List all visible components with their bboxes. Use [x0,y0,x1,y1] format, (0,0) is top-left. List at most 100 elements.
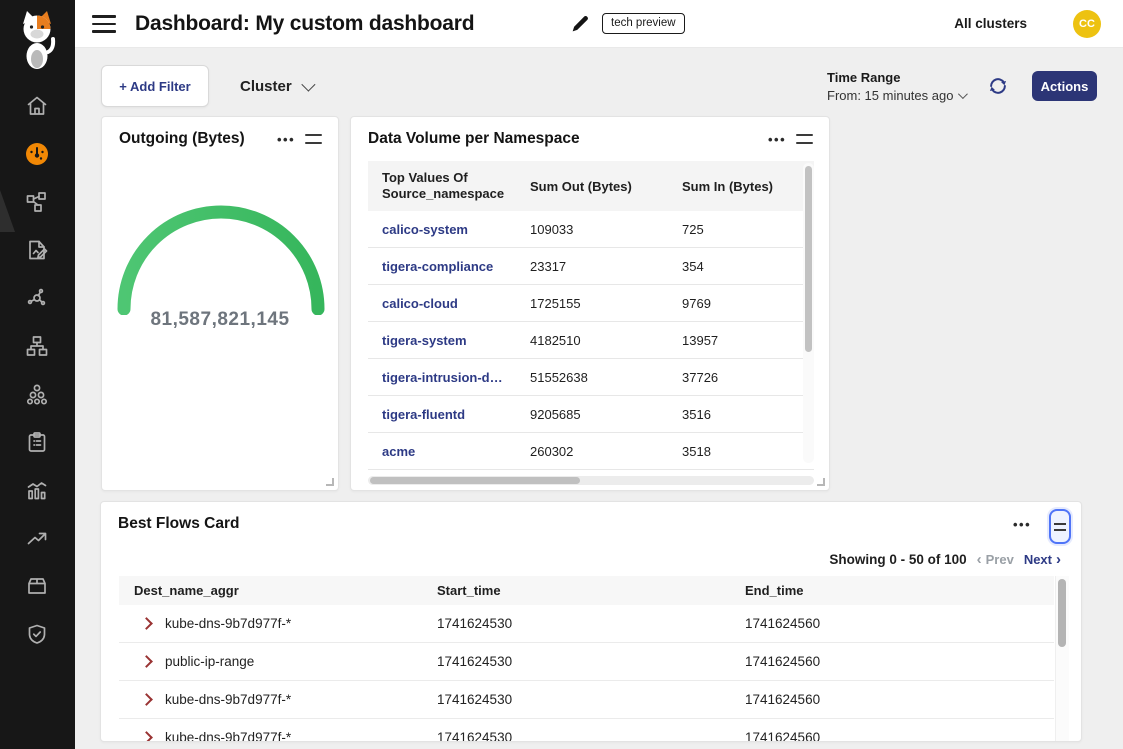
expand-row-chevron-icon[interactable] [140,655,153,668]
dest-name-value: public-ip-range [165,654,254,669]
namespace-table: Top Values Of Source_namespace Sum Out (… [368,161,814,470]
namespace-link[interactable]: tigera-system [382,333,530,348]
cluster-dropdown[interactable]: Cluster [240,74,312,98]
cluster-scope-selector[interactable]: All clusters [954,0,1027,48]
gauge-chart [111,203,331,313]
sum-out-value: 23317 [530,259,682,274]
column-header: Sum In (Bytes) [682,179,820,194]
table-row: tigera-system 4182510 13957 [368,322,814,359]
pagination-showing-text: Showing 0 - 50 of 100 [829,552,966,567]
activity-trend-icon[interactable] [25,526,49,550]
sum-out-value: 109033 [530,222,682,237]
namespace-link[interactable]: calico-cloud [382,296,530,311]
refresh-icon[interactable] [987,75,1009,97]
vertical-scrollbar-thumb[interactable] [805,166,812,352]
card-title: Outgoing (Bytes) [119,130,245,148]
chevron-right-icon: › [1056,552,1061,567]
card-drag-handle-icon[interactable] [796,134,813,144]
namespace-link[interactable]: tigera-compliance [382,259,530,274]
top-bar: Dashboard: My custom dashboard tech prev… [75,0,1123,48]
card-menu-icon[interactable]: ••• [277,133,295,147]
table-row: kube-dns-9b7d977f-* 1741624530 174162456… [119,719,1054,742]
sum-out-value: 1725155 [530,296,682,311]
next-page-button[interactable]: Next › [1024,552,1061,567]
sum-in-value: 725 [682,222,820,237]
time-range: Time Range From: 15 minutes ago [827,70,965,103]
expand-row-chevron-icon[interactable] [140,617,153,630]
expand-row-chevron-icon[interactable] [140,731,153,742]
chevron-down-icon [958,89,968,99]
actions-button[interactable]: Actions [1032,71,1097,101]
policies-icon[interactable] [25,430,49,454]
compliance-shield-icon[interactable] [25,622,49,646]
table-row: kube-dns-9b7d977f-* 1741624530 174162456… [119,681,1054,719]
gauge-value: 81,587,821,145 [102,309,338,331]
table-row: public-ip-range 1741624530 1741624560 [119,643,1054,681]
table-row: tigera-compliance 23317 354 [368,248,814,285]
chevron-left-icon: ‹ [977,552,982,567]
table-row: kube-dns-9b7d977f-* 1741624530 174162456… [119,605,1054,643]
namespace-link[interactable]: tigera-fluentd [382,407,530,422]
data-volume-card: Data Volume per Namespace ••• Top Values… [350,116,830,491]
start-time-value: 1741624530 [437,692,745,707]
vertical-scrollbar-thumb[interactable] [1058,579,1066,647]
sum-in-value: 37726 [682,370,820,385]
sum-in-value: 3516 [682,407,820,422]
table-header-row: Dest_name_aggr Start_time End_time [119,576,1054,605]
hamburger-menu-icon[interactable] [92,15,116,33]
dashboards-icon-active[interactable] [25,142,49,166]
card-resize-handle[interactable] [817,478,825,486]
statistics-icon[interactable] [25,478,49,502]
card-resize-handle[interactable] [326,478,334,486]
gauge-arc [124,212,318,309]
sum-out-value: 260302 [530,444,682,459]
table-row: tigera-intrusion-d… 51552638 37726 [368,359,814,396]
edit-pencil-icon[interactable] [569,13,591,35]
column-header: Start_time [437,583,745,598]
network-hierarchy-icon[interactable] [25,334,49,358]
table-row: acme 260302 3518 [368,433,814,470]
namespace-link[interactable]: acme [382,444,530,459]
namespace-link[interactable]: calico-system [382,222,530,237]
cluster-icon[interactable] [25,382,49,406]
service-graph-icon[interactable] [25,190,49,214]
column-header: End_time [745,583,1054,598]
end-time-value: 1741624560 [745,692,1054,707]
pagination: Showing 0 - 50 of 100 ‹ Prev Next › [829,549,1061,569]
expand-row-chevron-icon[interactable] [140,693,153,706]
user-avatar[interactable]: CC [1073,10,1101,38]
workloads-box-icon[interactable] [25,574,49,598]
home-icon[interactable] [25,94,49,118]
card-menu-icon[interactable]: ••• [768,133,786,147]
sidebar [0,0,75,749]
add-filter-button[interactable]: + Add Filter [101,65,209,107]
connections-icon[interactable] [25,286,49,310]
card-drag-handle-icon-focused[interactable] [1049,509,1071,544]
column-header: Top Values Of Source_namespace [382,170,510,203]
sidebar-notch [0,190,15,232]
namespace-link[interactable]: tigera-intrusion-d… [382,370,530,385]
column-header: Sum Out (Bytes) [530,179,682,194]
horizontal-scrollbar-thumb[interactable] [370,477,580,484]
card-title: Data Volume per Namespace [368,130,580,148]
dest-name-value: kube-dns-9b7d977f-* [165,730,291,742]
prev-page-button[interactable]: ‹ Prev [977,552,1014,567]
calico-cat-logo[interactable] [14,8,60,70]
sum-out-value: 9205685 [530,407,682,422]
time-range-label: Time Range [827,70,965,85]
tech-preview-badge: tech preview [602,13,685,34]
flows-table: Dest_name_aggr Start_time End_time kube-… [119,576,1054,742]
card-drag-handle-icon[interactable] [305,134,322,144]
card-menu-icon[interactable]: ••• [1013,518,1031,532]
cluster-dropdown-label: Cluster [240,78,292,95]
sum-in-value: 354 [682,259,820,274]
start-time-value: 1741624530 [437,730,745,742]
table-row: calico-system 109033 725 [368,211,814,248]
time-range-value[interactable]: From: 15 minutes ago [827,88,965,103]
flow-logs-icon[interactable] [25,238,49,262]
outgoing-bytes-card: Outgoing (Bytes) ••• 81,587,821,145 [101,116,339,491]
end-time-value: 1741624560 [745,654,1054,669]
sum-in-value: 3518 [682,444,820,459]
card-title: Best Flows Card [118,515,239,533]
chevron-down-icon [301,78,315,92]
